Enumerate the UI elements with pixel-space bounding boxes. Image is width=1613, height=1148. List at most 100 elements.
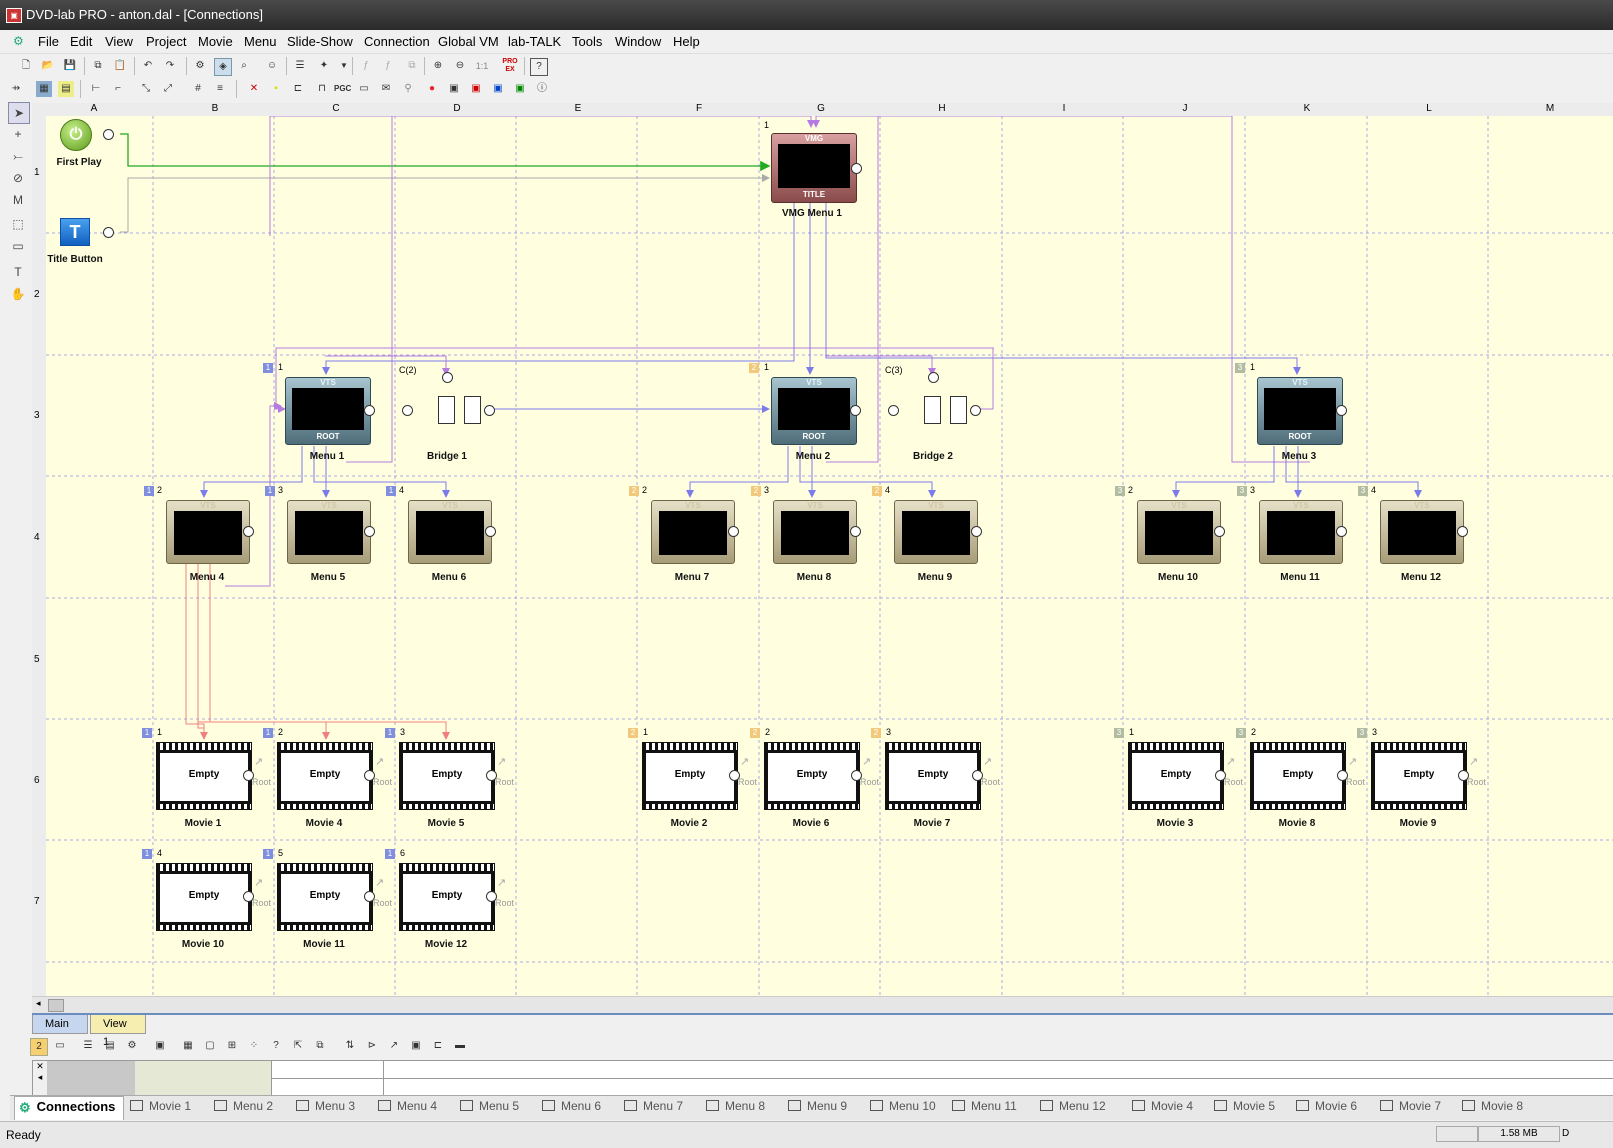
doc-tab[interactable]: Movie 1 xyxy=(130,1099,191,1113)
open-icon[interactable]: 📂 xyxy=(40,58,56,74)
tree-icon[interactable]: ⊢ xyxy=(88,81,104,97)
bridge2-a[interactable] xyxy=(924,396,941,424)
doc-tab[interactable]: Menu 3 xyxy=(296,1099,355,1113)
corner-icon[interactable]: ⌐ xyxy=(110,81,126,97)
highlight-icon[interactable]: ▪ xyxy=(268,81,284,97)
doc-tab[interactable]: Movie 5 xyxy=(1214,1099,1275,1113)
doc-tab[interactable]: Menu 9 xyxy=(788,1099,847,1113)
movie-node[interactable]: Empty xyxy=(764,742,860,810)
menu-tools[interactable]: Tools xyxy=(572,34,602,49)
all-object-icon[interactable]: ▦ xyxy=(180,1038,196,1054)
te-icon[interactable]: ▣ xyxy=(490,81,506,97)
table-icon[interactable]: ▦ xyxy=(36,81,52,97)
menu-port[interactable] xyxy=(1457,526,1468,537)
menu-globalvm[interactable]: Global VM xyxy=(438,34,499,49)
movie-node[interactable]: Empty xyxy=(277,863,373,931)
bridge1-top-port[interactable] xyxy=(442,372,453,383)
sub-menu-node[interactable]: VTS xyxy=(1380,500,1464,564)
doc-tab[interactable]: Menu 2 xyxy=(214,1099,273,1113)
plus-object-icon[interactable]: ⊞ xyxy=(224,1038,240,1054)
tab-main[interactable]: Main xyxy=(32,1015,88,1034)
movie-node[interactable]: Empty xyxy=(1250,742,1346,810)
first-play-port[interactable] xyxy=(103,129,114,140)
bridge1-in-port[interactable] xyxy=(402,405,413,416)
connections-icon[interactable]: ◈ xyxy=(214,58,232,76)
list-icon[interactable]: ☰ xyxy=(292,58,308,74)
doc-tab[interactable]: Movie 7 xyxy=(1380,1099,1441,1113)
color-icon[interactable]: ● xyxy=(424,81,440,97)
bridge2-out-port[interactable] xyxy=(970,405,981,416)
sub-menu-node[interactable]: VTS xyxy=(651,500,735,564)
movie-node[interactable]: Empty xyxy=(885,742,981,810)
list-object-icon[interactable]: ☰ xyxy=(80,1038,96,1054)
movie-node[interactable]: Empty xyxy=(642,742,738,810)
doc-tab[interactable]: Menu 6 xyxy=(542,1099,601,1113)
grid-icon[interactable]: # xyxy=(190,81,206,97)
scroll-thumb[interactable] xyxy=(48,999,64,1012)
sub-menu-node[interactable]: VTS xyxy=(894,500,978,564)
if-object-icon[interactable]: ⊳ xyxy=(364,1038,380,1054)
bridge1-b[interactable] xyxy=(464,396,481,424)
root-menu-node[interactable]: VTS ROOT xyxy=(771,377,857,445)
doc-tab[interactable]: Movie 8 xyxy=(1462,1099,1523,1113)
tab-view1[interactable]: View 1 xyxy=(90,1015,146,1048)
st-icon[interactable]: ▣ xyxy=(468,81,484,97)
query-object-icon[interactable]: ? xyxy=(268,1038,284,1054)
fx-icon[interactable]: ƒ xyxy=(358,58,374,74)
menu-menu[interactable]: Menu xyxy=(244,34,277,49)
grid-cell[interactable] xyxy=(135,1078,271,1095)
menu-port[interactable] xyxy=(850,526,861,537)
doc-tab[interactable]: Movie 4 xyxy=(1132,1099,1193,1113)
movie-node[interactable]: Empty xyxy=(156,742,252,810)
sub-menu-node[interactable]: VTS xyxy=(287,500,371,564)
select-tool-icon[interactable]: ⬚ xyxy=(8,214,28,234)
undo-icon[interactable]: ↶ xyxy=(140,58,156,74)
root-menu-node[interactable]: VTS ROOT xyxy=(285,377,371,445)
sub-menu-node[interactable]: VTS xyxy=(1259,500,1343,564)
first-play-icon[interactable]: ⏻ xyxy=(60,119,92,151)
movie-node[interactable]: Empty xyxy=(277,742,373,810)
connect-tool-icon[interactable]: ⤚ xyxy=(8,146,28,166)
chat-icon[interactable]: ✉ xyxy=(378,81,394,97)
layout-icon[interactable]: ▤ xyxy=(58,81,74,97)
bridge2-in-port[interactable] xyxy=(888,405,899,416)
bridge2-b[interactable] xyxy=(950,396,967,424)
link-icon[interactable]: ⤡ xyxy=(138,81,154,97)
sub-menu-node[interactable]: VTS xyxy=(1137,500,1221,564)
doc-tab[interactable]: Menu 5 xyxy=(460,1099,519,1113)
doc-tab[interactable]: Menu 7 xyxy=(624,1099,683,1113)
menu-object-icon[interactable]: ▭ xyxy=(52,1038,68,1054)
menu-port[interactable] xyxy=(850,405,861,416)
pro-ex-icon[interactable]: PRO EX xyxy=(502,58,518,74)
menu-movie[interactable]: Movie xyxy=(198,34,233,49)
menu-connection[interactable]: Connection xyxy=(364,34,430,49)
menu-file[interactable]: File xyxy=(38,34,59,49)
movie-node[interactable]: Empty xyxy=(1128,742,1224,810)
palette-badge[interactable]: 2 xyxy=(30,1038,48,1056)
fp-icon[interactable]: ▣ xyxy=(512,81,528,97)
bridge-object-icon[interactable]: ▬ xyxy=(452,1038,468,1054)
info-icon[interactable]: ⓘ xyxy=(534,81,550,97)
text-tool-icon[interactable]: T xyxy=(8,262,28,282)
frame-tool-icon[interactable]: ▭ xyxy=(8,236,28,256)
movie-node[interactable]: Empty xyxy=(1371,742,1467,810)
vmg-port[interactable] xyxy=(851,163,862,174)
redo-icon[interactable]: ↷ xyxy=(162,58,178,74)
link-tool-icon[interactable]: ⊘ xyxy=(8,168,28,188)
pgc-icon[interactable]: PGC xyxy=(334,81,351,97)
grid-cell[interactable] xyxy=(135,1061,271,1079)
copy-icon[interactable]: ⧉ xyxy=(90,58,106,74)
menu-port[interactable] xyxy=(1336,405,1347,416)
badge2-object-icon[interactable]: ▣ xyxy=(152,1038,168,1054)
new-icon[interactable]: 🗋 xyxy=(18,58,34,74)
project-icon[interactable]: ⚙ xyxy=(192,58,208,74)
find-icon[interactable]: ⌕ xyxy=(236,58,252,74)
zoom-out-icon[interactable]: ⊖ xyxy=(452,58,468,74)
connections-canvas[interactable]: ⏻ First Play T Title Button 1 VMG TITLE … xyxy=(46,116,1613,996)
doc-tab[interactable]: Menu 11 xyxy=(952,1099,1017,1113)
frame-object-icon[interactable]: ▢ xyxy=(202,1038,218,1054)
menu-port[interactable] xyxy=(243,526,254,537)
horizontal-scrollbar[interactable]: ◂ xyxy=(32,996,1613,1013)
bridge1-a[interactable] xyxy=(438,396,455,424)
menu-port[interactable] xyxy=(728,526,739,537)
